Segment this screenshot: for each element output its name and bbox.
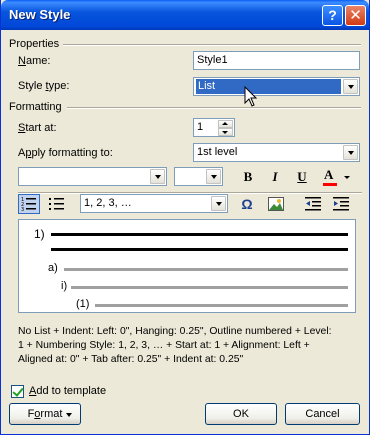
style-type-label: Style type: xyxy=(18,80,70,92)
format-button-label: Format xyxy=(27,408,63,420)
apply-formatting-select[interactable]: 1st level xyxy=(193,143,360,162)
ok-button[interactable]: OK xyxy=(205,403,277,425)
add-to-template-checkbox[interactable] xyxy=(11,385,24,398)
format-button[interactable]: Format xyxy=(9,403,81,425)
preview-level1-line xyxy=(51,233,348,236)
help-button[interactable]: ? xyxy=(322,5,343,26)
decrease-indent-button[interactable] xyxy=(302,194,324,214)
name-field[interactable]: Style1 xyxy=(193,51,360,70)
new-style-dialog: New Style ? ✕ Properties Name: Style1 St… xyxy=(0,0,370,435)
preview-level3-number: i) xyxy=(61,280,68,292)
bold-button[interactable]: B xyxy=(237,167,259,187)
italic-button[interactable]: I xyxy=(264,167,286,187)
decrease-indent-icon xyxy=(305,197,321,211)
preview-level1-number: 1) xyxy=(34,227,45,241)
add-to-template-label[interactable]: Add to template xyxy=(29,385,106,397)
cancel-button[interactable]: Cancel xyxy=(285,403,360,425)
increase-indent-button[interactable] xyxy=(330,194,352,214)
properties-group-label: Properties xyxy=(9,38,60,50)
preview-level4-line xyxy=(95,304,348,307)
font-color-bar xyxy=(323,183,337,186)
font-size-select[interactable] xyxy=(174,167,223,186)
chevron-down-icon[interactable] xyxy=(206,169,221,184)
numbering-style-value: 1, 2, 3, … xyxy=(84,197,132,209)
description-line: No List + Indent: Left: 0", Hanging: 0.2… xyxy=(18,326,332,337)
spin-up-icon[interactable] xyxy=(218,120,233,128)
title-bar: New Style ? ✕ xyxy=(1,0,369,30)
style-type-value: List xyxy=(196,79,341,94)
chevron-down-icon[interactable] xyxy=(211,196,226,211)
close-button[interactable]: ✕ xyxy=(345,5,366,26)
numbered-list-icon: 1 2 3 xyxy=(21,197,36,213)
dialog-title: New Style xyxy=(9,7,71,22)
increase-indent-icon xyxy=(333,197,349,211)
formatting-group-label: Formatting xyxy=(9,101,62,113)
svg-text:3: 3 xyxy=(21,207,24,211)
mouse-cursor-icon xyxy=(244,86,258,107)
name-label: Name: xyxy=(18,55,51,67)
description-line: 1 + Numbering Style: 1, 2, 3, … + Start … xyxy=(18,340,310,351)
preview-level4-number: (1) xyxy=(76,298,90,310)
font-name-select[interactable] xyxy=(18,167,167,186)
preview-level1-line-2 xyxy=(51,248,348,251)
chevron-down-icon[interactable] xyxy=(343,145,358,160)
chevron-down-icon[interactable] xyxy=(150,169,165,184)
chevron-down-icon[interactable] xyxy=(343,79,358,94)
apply-formatting-value: 1st level xyxy=(197,146,238,158)
underline-button[interactable]: U xyxy=(291,167,313,187)
properties-divider xyxy=(63,44,361,46)
apply-formatting-label: Apply formatting to: xyxy=(18,147,113,159)
preview-level3-line xyxy=(71,286,348,289)
style-description: No List + Indent: Left: 0", Hanging: 0.2… xyxy=(18,325,363,367)
picture-bullet-button[interactable] xyxy=(265,194,287,214)
style-preview: 1) a) i) (1) xyxy=(18,219,356,313)
insert-symbol-button[interactable]: Ω xyxy=(236,194,258,214)
chevron-down-icon[interactable] xyxy=(344,176,350,179)
start-at-label: Start at: xyxy=(18,122,57,134)
bulleted-list-button[interactable] xyxy=(46,194,68,214)
spin-down-icon[interactable] xyxy=(218,128,233,136)
start-at-spinner[interactable]: 1 xyxy=(193,118,235,137)
style-type-select[interactable]: List xyxy=(193,77,360,96)
chevron-down-icon xyxy=(66,413,72,417)
picture-icon xyxy=(268,197,284,211)
numbering-style-select[interactable]: 1, 2, 3, … xyxy=(80,194,228,213)
start-at-value: 1 xyxy=(197,121,204,133)
bulleted-list-icon xyxy=(49,198,64,210)
preview-level2-number: a) xyxy=(48,262,58,274)
numbered-list-button[interactable]: 1 2 3 xyxy=(18,194,40,214)
preview-level2-line xyxy=(64,268,348,271)
spin-buttons[interactable] xyxy=(218,119,233,136)
description-line: Aligned at: 0" + Tab after: 0.25" + Inde… xyxy=(18,354,244,365)
font-color-button[interactable]: A xyxy=(321,167,355,187)
font-color-icon: A xyxy=(324,167,334,182)
formatting-divider xyxy=(67,107,361,109)
